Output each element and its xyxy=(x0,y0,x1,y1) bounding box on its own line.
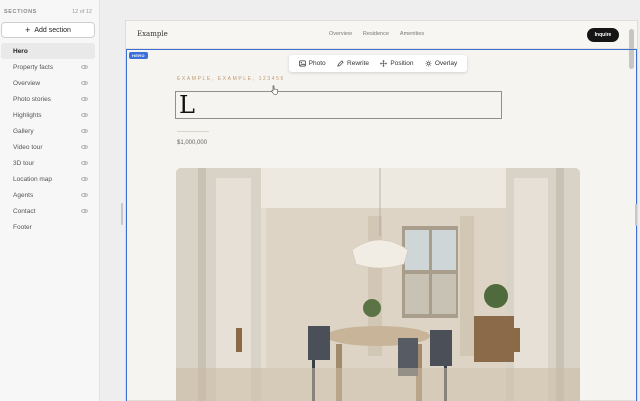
overlay-button-label: Overlay xyxy=(434,60,458,67)
eye-icon[interactable] xyxy=(81,144,88,150)
plus-icon: + xyxy=(25,24,31,35)
eye-icon[interactable] xyxy=(81,96,88,102)
hero-title-text: L xyxy=(179,91,195,119)
hero-photo[interactable] xyxy=(176,168,580,401)
sidebar-title: SECTIONS xyxy=(4,9,37,15)
eye-icon[interactable] xyxy=(81,160,88,166)
sections-sidebar: SECTIONS 12 of 12 + Add section Hero Pro… xyxy=(0,0,100,401)
rewrite-button-label: Rewrite xyxy=(347,60,370,67)
preview-frame: Example Overview Residence Amenities Inq… xyxy=(125,20,638,401)
sidebar-header: SECTIONS 12 of 12 xyxy=(4,9,92,15)
sidebar-item-label: Footer xyxy=(13,223,32,231)
dining-room-image xyxy=(176,168,580,401)
hero-toolbar: Photo Rewrite Position Overlay xyxy=(289,55,467,72)
pencil-icon xyxy=(337,60,344,67)
sidebar-item-label: Location map xyxy=(13,175,53,183)
sidebar-item-property-facts[interactable]: Property facts xyxy=(1,59,95,75)
add-section-label: Add section xyxy=(34,26,71,34)
site-brand[interactable]: Example xyxy=(137,30,168,38)
site-navbar: Example Overview Residence Amenities Inq… xyxy=(126,21,637,69)
sidebar-item-label: Property facts xyxy=(13,63,54,71)
nav-link-residence[interactable]: Residence xyxy=(363,31,389,37)
move-icon xyxy=(380,60,388,67)
sidebar-item-footer[interactable]: Footer xyxy=(1,219,95,235)
nav-link-amenities[interactable]: Amenities xyxy=(400,31,424,37)
right-resize-handle[interactable] xyxy=(635,204,637,226)
image-icon xyxy=(298,60,306,67)
rewrite-button[interactable]: Rewrite xyxy=(337,60,369,67)
eye-icon[interactable] xyxy=(81,80,88,86)
pointer-cursor-icon xyxy=(271,85,279,95)
position-button-label: Position xyxy=(390,60,414,67)
sidebar-item-contact[interactable]: Contact xyxy=(1,203,95,219)
eye-icon[interactable] xyxy=(81,112,88,118)
sidebar-item-label: Highlights xyxy=(13,111,42,119)
eye-icon[interactable] xyxy=(81,128,88,134)
sidebar-item-label: Hero xyxy=(13,47,28,55)
position-button[interactable]: Position xyxy=(380,60,414,67)
sidebar-item-label: Agents xyxy=(13,191,34,199)
sidebar-item-video-tour[interactable]: Video tour xyxy=(1,139,95,155)
sidebar-item-overview[interactable]: Overview xyxy=(1,75,95,91)
hero-title-input[interactable]: L xyxy=(175,91,502,119)
sidebar-item-label: Gallery xyxy=(13,127,34,135)
section-list: Hero Property facts Overview Photo stori… xyxy=(1,43,95,235)
nav-link-overview[interactable]: Overview xyxy=(329,31,352,37)
sun-icon xyxy=(425,60,432,67)
add-section-button[interactable]: + Add section xyxy=(1,22,95,38)
property-address: EXAMPLE, EXAMPLE, 123456 xyxy=(177,76,285,82)
sidebar-item-location-map[interactable]: Location map xyxy=(1,171,95,187)
site-nav-links: Overview Residence Amenities xyxy=(329,31,424,37)
sidebar-item-label: Contact xyxy=(13,207,36,215)
sidebar-item-agents[interactable]: Agents xyxy=(1,187,95,203)
hero-divider xyxy=(177,131,209,132)
inquire-button[interactable]: Inquire xyxy=(587,28,619,42)
overlay-button[interactable]: Overlay xyxy=(425,60,457,67)
photo-button[interactable]: Photo xyxy=(298,60,326,67)
sidebar-item-label: Photo stories xyxy=(13,95,51,103)
eye-icon[interactable] xyxy=(81,64,88,70)
sidebar-item-hero[interactable]: Hero xyxy=(1,43,95,59)
eye-icon[interactable] xyxy=(81,208,88,214)
sidebar-item-highlights[interactable]: Highlights xyxy=(1,107,95,123)
hero-section[interactable]: HERO Photo Rewrite Position Overlay EXAM… xyxy=(126,49,637,401)
sidebar-item-gallery[interactable]: Gallery xyxy=(1,123,95,139)
sidebar-item-3d-tour[interactable]: 3D tour xyxy=(1,155,95,171)
sidebar-item-photo-stories[interactable]: Photo stories xyxy=(1,91,95,107)
sidebar-item-label: Overview xyxy=(13,79,41,87)
property-price: $1,000,000 xyxy=(177,140,208,146)
section-count: 12 of 12 xyxy=(72,9,92,15)
eye-icon[interactable] xyxy=(81,176,88,182)
photo-button-label: Photo xyxy=(308,60,326,67)
eye-icon[interactable] xyxy=(81,192,88,198)
sidebar-item-label: Video tour xyxy=(13,143,43,151)
sidebar-item-label: 3D tour xyxy=(13,159,35,167)
resize-handle[interactable] xyxy=(121,203,123,225)
hero-section-badge: HERO xyxy=(129,52,148,59)
